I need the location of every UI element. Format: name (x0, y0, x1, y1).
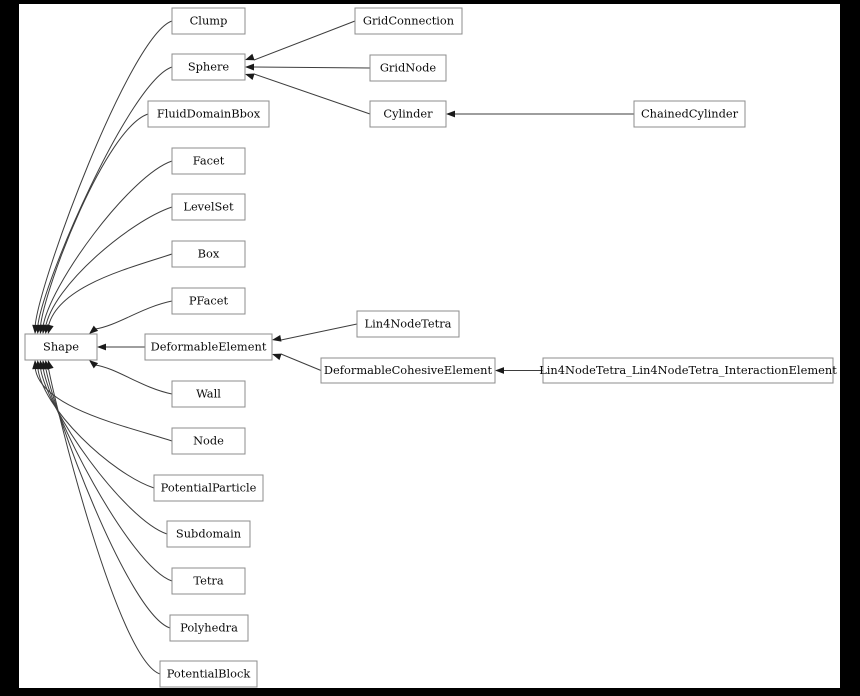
class-node-label: Node (193, 434, 224, 448)
edge-arrowhead (446, 111, 455, 118)
edge-line (40, 114, 148, 328)
class-node-tetra[interactable]: Tetra (172, 568, 245, 594)
class-node-shape[interactable]: Shape (25, 334, 97, 360)
edge-line (254, 74, 370, 114)
edge-line (254, 21, 355, 60)
inheritance-edge (38, 114, 148, 334)
class-node-chainedcylinder[interactable]: ChainedCylinder (634, 101, 745, 127)
edge-arrowhead (245, 74, 255, 80)
class-node-label: Lin4NodeTetra (365, 317, 452, 331)
edge-layer (32, 21, 634, 674)
class-node-label: PotentialParticle (161, 481, 257, 495)
inheritance-graph: Shape Clump Sphere FluidDomainBbox Facet Leve… (19, 4, 840, 688)
inheritance-edge (47, 360, 160, 674)
edge-arrowhead (272, 335, 281, 342)
class-node-label: FluidDomainBbox (157, 107, 261, 121)
class-node-label: Clump (190, 14, 228, 28)
node-layer: Shape Clump Sphere FluidDomainBbox Facet Leve… (25, 8, 837, 687)
class-node-label: Box (198, 247, 220, 261)
class-node-facet[interactable]: Facet (172, 148, 245, 174)
class-node-clump[interactable]: Clump (172, 8, 245, 34)
inheritance-edge (47, 254, 172, 334)
class-node-pfacet[interactable]: PFacet (172, 288, 245, 314)
edge-line (95, 365, 172, 394)
edge-line (254, 67, 370, 68)
edge-arrowhead (47, 360, 54, 370)
edge-arrowhead (89, 360, 98, 368)
diagram-canvas: Shape Clump Sphere FluidDomainBbox Facet Leve… (19, 4, 840, 688)
inheritance-edge (245, 21, 355, 60)
class-node-label: GridNode (380, 61, 437, 75)
class-node-label: Subdomain (176, 527, 242, 541)
class-node-polyhedra[interactable]: Polyhedra (170, 615, 248, 641)
inheritance-edge (35, 360, 154, 488)
edge-line (43, 366, 172, 581)
class-node-label: Tetra (193, 574, 223, 588)
class-node-wall[interactable]: Wall (172, 381, 245, 407)
class-node-subdomain[interactable]: Subdomain (167, 521, 250, 547)
class-node-gridconnection[interactable]: GridConnection (355, 8, 462, 34)
edge-arrowhead (97, 344, 106, 351)
class-node-label: Shape (43, 340, 79, 354)
inheritance-edge (32, 21, 172, 334)
class-node-label: Polyhedra (180, 621, 238, 635)
edge-arrowhead (245, 64, 254, 71)
inheritance-edge (89, 360, 172, 394)
class-node-node[interactable]: Node (172, 428, 245, 454)
inheritance-edge (89, 301, 172, 334)
class-node-label: DeformableElement (151, 340, 267, 354)
inheritance-edge (41, 360, 172, 581)
class-node-label: LevelSet (183, 200, 234, 214)
inheritance-edge (44, 360, 170, 628)
edge-line (48, 254, 172, 328)
inheritance-edge (272, 354, 321, 371)
class-node-fluiddomainbbox[interactable]: FluidDomainBbox (148, 101, 269, 127)
edge-arrowhead (89, 326, 98, 334)
class-node-label: Sphere (188, 60, 230, 74)
class-node-levelset[interactable]: LevelSet (172, 194, 245, 220)
edge-arrowhead (272, 354, 282, 360)
class-node-potentialparticle[interactable]: PotentialParticle (154, 475, 263, 501)
class-node-label: DeformableCohesiveElement (324, 363, 493, 377)
class-node-box[interactable]: Box (172, 241, 245, 267)
class-node-sphere[interactable]: Sphere (172, 54, 245, 80)
class-node-label: ChainedCylinder (641, 107, 739, 121)
class-node-cylinder[interactable]: Cylinder (370, 101, 446, 127)
class-node-label: Lin4NodeTetra_Lin4NodeTetra_InteractionE… (539, 363, 837, 377)
class-node-label: PotentialBlock (167, 667, 251, 681)
edge-arrowhead (47, 324, 54, 334)
inheritance-edge (272, 324, 357, 342)
edge-line (45, 366, 170, 628)
edge-arrowhead (495, 367, 504, 374)
class-node-gridnode[interactable]: GridNode (370, 55, 446, 81)
edge-line (35, 21, 172, 328)
class-node-label: PFacet (189, 294, 229, 308)
class-node-deformableelement[interactable]: DeformableElement (145, 334, 272, 360)
class-node-lin4interaction[interactable]: Lin4NodeTetra_Lin4NodeTetra_InteractionE… (539, 358, 837, 383)
class-node-label: GridConnection (363, 14, 455, 28)
class-node-label: Facet (193, 154, 225, 168)
inheritance-edge (245, 64, 370, 71)
class-node-defcohesive[interactable]: DeformableCohesiveElement (321, 358, 495, 383)
inheritance-edge (97, 344, 145, 351)
edge-line (38, 366, 154, 488)
inheritance-edge (446, 111, 634, 118)
class-node-potentialblock[interactable]: PotentialBlock (160, 661, 257, 687)
edge-line (281, 324, 357, 340)
inheritance-edge (495, 367, 543, 374)
edge-line (40, 366, 167, 534)
class-node-lin4nodetetra[interactable]: Lin4NodeTetra (357, 311, 459, 337)
edge-arrowhead (245, 54, 255, 60)
inheritance-edge (44, 207, 172, 334)
edge-line (95, 301, 172, 329)
edge-line (281, 354, 321, 371)
class-node-label: Cylinder (383, 107, 433, 121)
class-node-label: Wall (196, 387, 221, 401)
